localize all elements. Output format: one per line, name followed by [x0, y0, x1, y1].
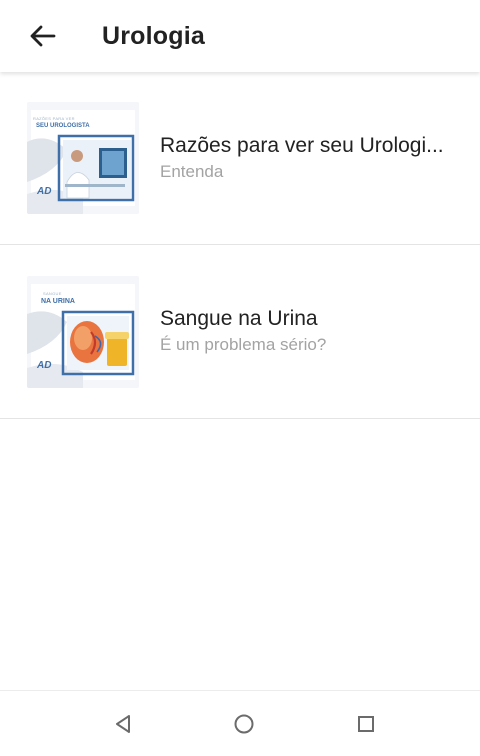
app-bar: Urologia [0, 0, 480, 72]
article-thumbnail: RAZÕES PARA VER SEU UROLOGISTA AD [27, 102, 139, 214]
item-subtitle: É um problema sério? [160, 335, 327, 354]
thumb-caption: SEU UROLOGISTA [36, 123, 90, 129]
thumb-caption-small: RAZÕES PARA VER [33, 116, 75, 121]
item-title: Razões para ver seu Urologi... [160, 133, 444, 157]
page-title: Urologia [102, 21, 205, 50]
thumb-caption-small: SANGUE [43, 290, 62, 296]
logo-mark: AD [37, 359, 52, 371]
square-recents-icon [358, 716, 374, 732]
back-button[interactable] [15, 8, 71, 64]
list-item[interactable]: RAZÕES PARA VER SEU UROLOGISTA AD Razões… [0, 72, 480, 245]
logo-mark: AD [37, 186, 52, 197]
nav-back-button[interactable] [108, 709, 138, 739]
circle-home-icon [234, 714, 254, 734]
item-subtitle: Entenda [160, 161, 224, 181]
article-list: RAZÕES PARA VER SEU UROLOGISTA AD Razões… [0, 72, 480, 419]
triangle-back-icon [116, 715, 130, 733]
arrow-left-icon [30, 25, 56, 47]
item-title: Sangue na Urina [160, 307, 318, 330]
system-nav-bar [0, 690, 480, 756]
nav-home-button[interactable] [229, 709, 259, 739]
nav-recents-button[interactable] [351, 709, 381, 739]
article-thumbnail: SANGUE NA URINA AD [27, 275, 139, 388]
list-item[interactable]: SANGUE NA URINA AD Sangue na Urina É um … [0, 245, 480, 419]
thumb-caption: NA URINA [41, 297, 75, 305]
